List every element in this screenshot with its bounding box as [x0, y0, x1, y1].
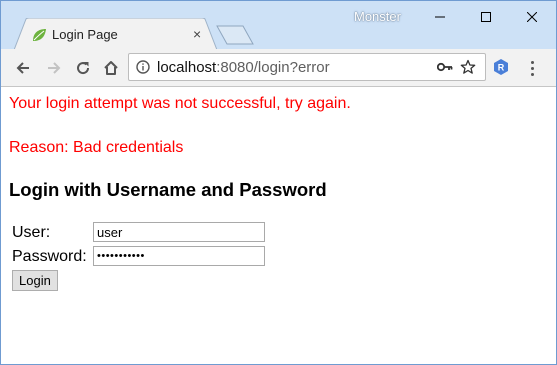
home-icon — [104, 61, 118, 75]
star-icon[interactable] — [460, 59, 476, 75]
browser-window: Monster Login Page × localhost:8080/logi… — [0, 0, 557, 365]
new-tab-button[interactable] — [216, 25, 254, 45]
reload-button[interactable] — [71, 56, 95, 80]
toolbar: localhost:8080/login?error R — [1, 49, 556, 87]
close-window-button[interactable] — [509, 1, 555, 32]
tab-title: Login Page — [52, 27, 118, 42]
extension-icon[interactable]: R — [492, 58, 510, 76]
extension-letter: R — [498, 63, 505, 73]
password-input[interactable] — [93, 246, 265, 266]
tab-close-button[interactable]: × — [193, 26, 201, 42]
password-label: Password: — [12, 248, 87, 265]
back-arrow-icon — [16, 62, 29, 74]
profile-name[interactable]: Monster — [354, 9, 401, 24]
maximize-icon — [481, 11, 491, 22]
browser-tab[interactable]: Login Page × — [14, 18, 218, 50]
page-heading: Login with Username and Password — [9, 179, 327, 200]
home-button[interactable] — [99, 56, 123, 80]
menu-dots-icon[interactable] — [526, 57, 538, 79]
error-message: Your login attempt was not successful, t… — [9, 95, 351, 112]
address-bar[interactable]: localhost:8080/login?error — [128, 53, 486, 81]
forward-arrow-icon — [48, 62, 61, 74]
forward-button[interactable] — [42, 56, 66, 80]
minimize-button[interactable] — [417, 1, 463, 32]
url-host: localhost — [157, 59, 217, 76]
key-icon[interactable] — [437, 61, 453, 73]
spring-leaf-icon — [33, 29, 46, 41]
user-label: User: — [12, 224, 51, 241]
minimize-icon — [435, 16, 445, 17]
back-button[interactable] — [11, 56, 35, 80]
info-icon[interactable] — [136, 60, 150, 74]
close-icon — [527, 11, 537, 22]
login-button[interactable]: Login — [12, 270, 58, 291]
reload-icon — [77, 62, 90, 75]
maximize-button[interactable] — [463, 1, 509, 32]
url-text[interactable]: localhost:8080/login?error — [157, 59, 330, 76]
error-reason: Reason: Bad credentials — [9, 139, 184, 156]
title-bar: Monster Login Page × — [1, 1, 556, 50]
url-path: :8080/login?error — [216, 59, 330, 76]
username-input[interactable] — [93, 222, 265, 242]
